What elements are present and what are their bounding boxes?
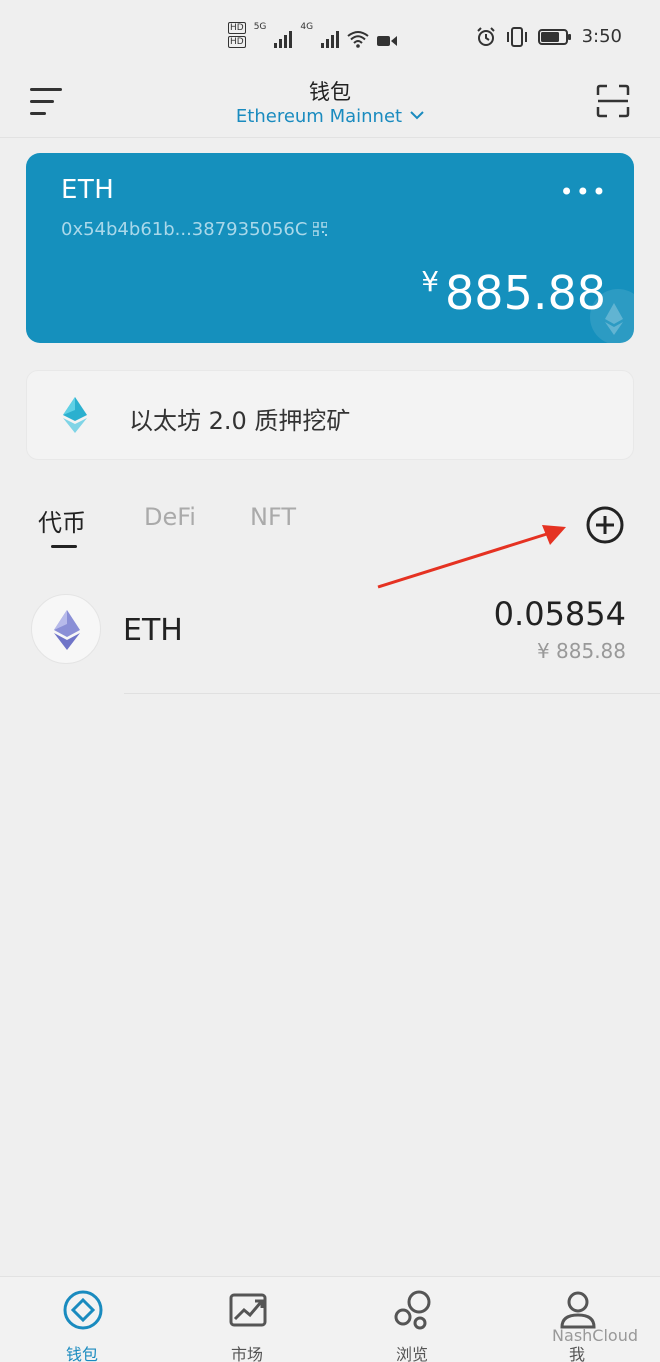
- clock: 3:50: [581, 26, 622, 47]
- vibrate-icon: [506, 26, 527, 47]
- nav-item-browse[interactable]: 浏览: [357, 1277, 467, 1362]
- video-camera-icon: [377, 36, 398, 46]
- signal-icon: [321, 30, 340, 48]
- token-name: ETH: [123, 613, 183, 648]
- token-row-eth[interactable]: ETH 0.05854 ¥ 885.88: [0, 583, 660, 693]
- staking-banner[interactable]: 以太坊 2.0 质押挖矿: [26, 370, 634, 460]
- nav-item-wallet[interactable]: 钱包: [27, 1277, 137, 1362]
- token-amount: 0.05854: [493, 595, 626, 633]
- bottom-nav: 钱包 市场 浏览 我: [0, 1276, 660, 1362]
- user-nav-icon: [560, 1291, 596, 1329]
- wallet-balance: ¥885.88: [421, 265, 606, 320]
- divider: [124, 693, 660, 694]
- network-type-label: 5G: [253, 22, 267, 32]
- wallet-address-text: 0x54b4b61b...387935056C: [61, 219, 308, 240]
- status-left-icons: HD HD 5G 4G: [228, 22, 398, 48]
- nav-label: 钱包: [65, 1345, 98, 1362]
- alarm-icon: [476, 26, 495, 46]
- ethereum-logo-icon: [31, 594, 101, 664]
- page-title: 钱包: [309, 80, 351, 104]
- active-tab-indicator: [51, 545, 77, 548]
- scan-icon[interactable]: [596, 84, 630, 118]
- wallet-nav-icon: [63, 1290, 103, 1330]
- currency-symbol: ¥: [421, 265, 440, 298]
- chart-nav-icon: [229, 1293, 267, 1327]
- nav-item-market[interactable]: 市场: [192, 1277, 302, 1362]
- ethereum-icon: [63, 397, 87, 433]
- staking-label: 以太坊 2.0 质押挖矿: [129, 407, 351, 435]
- browse-nav-icon: [394, 1290, 431, 1330]
- nav-label: 市场: [230, 1345, 263, 1362]
- signal-icon: [274, 30, 293, 48]
- hd-badge: HD: [228, 22, 246, 34]
- token-fiat-value: ¥ 885.88: [536, 639, 626, 663]
- battery-icon: [537, 28, 571, 45]
- watermark: NashCloud: [552, 1326, 638, 1345]
- add-token-button[interactable]: [585, 505, 625, 545]
- tab-nft[interactable]: NFT: [250, 503, 296, 531]
- network-selector[interactable]: Ethereum Mainnet: [0, 106, 660, 127]
- wallet-name: ETH: [61, 175, 115, 205]
- network-type-label: 4G: [300, 22, 314, 32]
- wallet-card[interactable]: ETH 0x54b4b61b...387935056C ••• ¥885.88: [26, 153, 634, 343]
- nav-item-me[interactable]: 我: [522, 1277, 632, 1362]
- hd-icons: HD HD: [228, 22, 246, 48]
- tab-defi[interactable]: DeFi: [144, 503, 196, 531]
- wifi-icon: [347, 31, 369, 48]
- status-right-icons: 3:50: [476, 26, 622, 47]
- qr-code-icon[interactable]: [313, 222, 328, 236]
- nav-label: 浏览: [395, 1345, 428, 1362]
- chevron-down-icon: [410, 111, 424, 120]
- wallet-address[interactable]: 0x54b4b61b...387935056C: [61, 219, 328, 240]
- app-header: 钱包 Ethereum Mainnet: [0, 70, 660, 138]
- ethereum-watermark-icon: [590, 289, 634, 343]
- network-name: Ethereum Mainnet: [235, 106, 403, 127]
- balance-value: 885.88: [445, 266, 606, 320]
- status-bar: HD HD 5G 4G 3:50: [0, 0, 660, 70]
- hd-badge: HD: [228, 36, 246, 48]
- tab-tokens[interactable]: 代币: [38, 503, 86, 538]
- more-options-icon[interactable]: •••: [560, 180, 608, 204]
